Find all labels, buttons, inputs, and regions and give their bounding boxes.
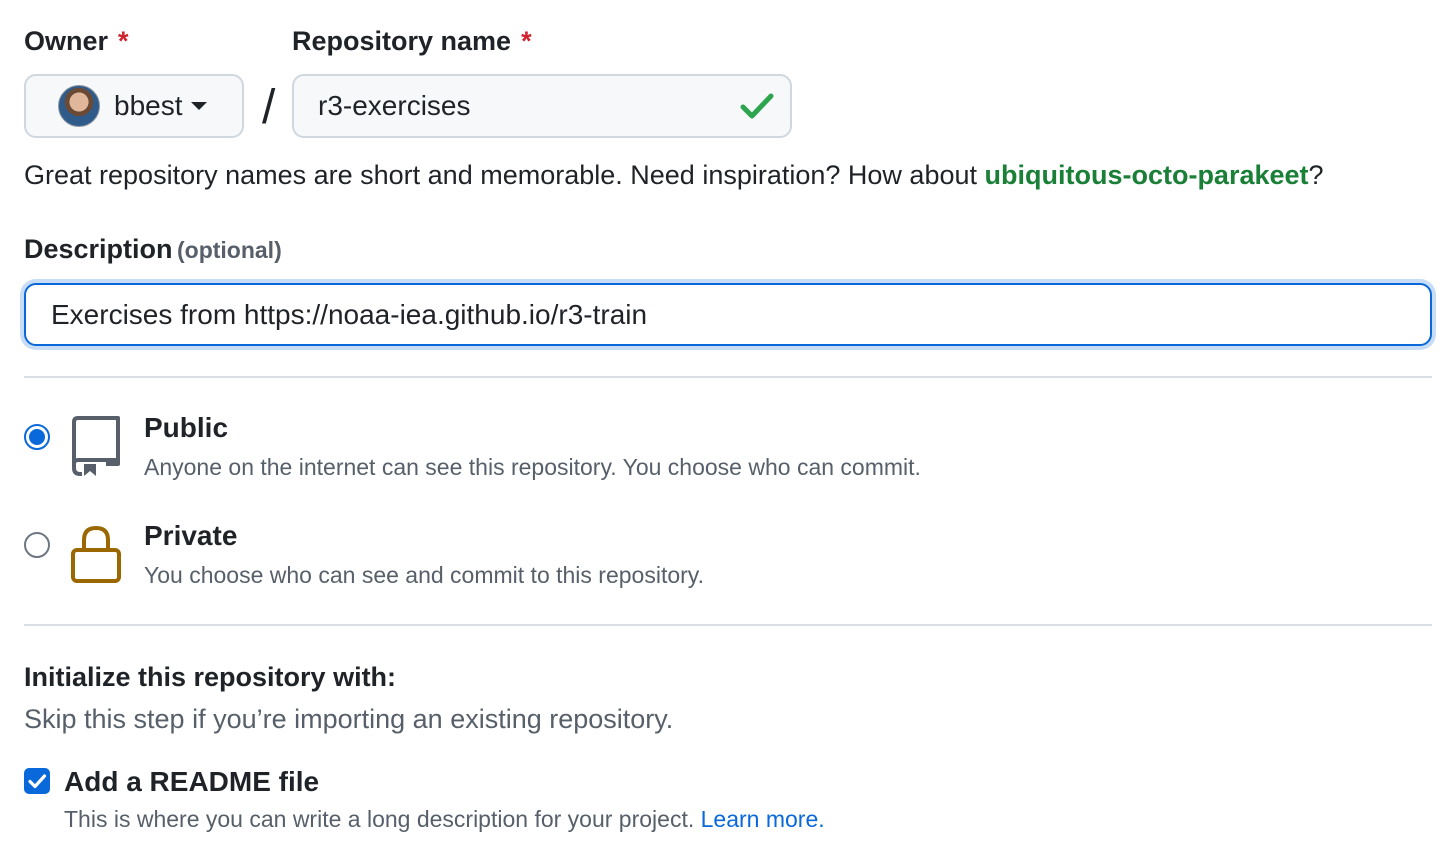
private-title: Private <box>144 520 238 551</box>
lock-icon <box>71 525 121 583</box>
public-title: Public <box>144 412 229 443</box>
owner-label: Owner * <box>24 26 129 57</box>
repo-icon <box>72 416 120 476</box>
learn-more-link[interactable]: Learn more. <box>701 806 825 832</box>
checkmark-icon <box>28 774 47 789</box>
check-icon <box>740 93 774 119</box>
owner-avatar <box>58 85 100 127</box>
owner-repo-separator: / <box>262 81 276 134</box>
description-input[interactable] <box>24 283 1432 346</box>
repo-name-label-text: Repository name <box>292 26 512 56</box>
owner-dropdown[interactable]: bbest <box>24 74 244 138</box>
hint-text: Great repository names are short and mem… <box>24 160 985 190</box>
suggested-name-link[interactable]: ubiquitous-octo-parakeet <box>985 160 1309 190</box>
description-label: Description (optional) <box>24 234 282 265</box>
readme-description: This is where you can write a long descr… <box>64 806 825 833</box>
chevron-down-icon <box>190 102 207 110</box>
owner-label-text: Owner <box>24 26 109 56</box>
readme-checkbox[interactable] <box>24 768 50 794</box>
readme-label[interactable]: Add a README file <box>64 766 319 798</box>
description-optional: (optional) <box>176 237 282 263</box>
repo-required-mark: * <box>521 26 532 56</box>
repo-name-hint: Great repository names are short and mem… <box>24 160 1324 191</box>
hint-suffix: ? <box>1308 160 1324 190</box>
private-description: You choose who can see and commit to thi… <box>144 562 704 588</box>
init-title: Initialize this repository with: <box>24 662 397 692</box>
divider <box>24 624 1432 626</box>
private-radio[interactable] <box>24 532 50 558</box>
divider <box>24 376 1432 378</box>
owner-name: bbest <box>114 90 183 121</box>
init-subtitle: Skip this step if you’re importing an ex… <box>24 704 674 734</box>
public-description: Anyone on the internet can see this repo… <box>144 454 921 480</box>
repo-name-input[interactable] <box>292 74 792 138</box>
repo-name-label: Repository name * <box>292 26 532 57</box>
public-radio[interactable] <box>24 424 50 450</box>
description-label-text: Description <box>24 234 173 264</box>
readme-desc-text: This is where you can write a long descr… <box>64 806 695 832</box>
owner-required-mark: * <box>118 26 129 56</box>
